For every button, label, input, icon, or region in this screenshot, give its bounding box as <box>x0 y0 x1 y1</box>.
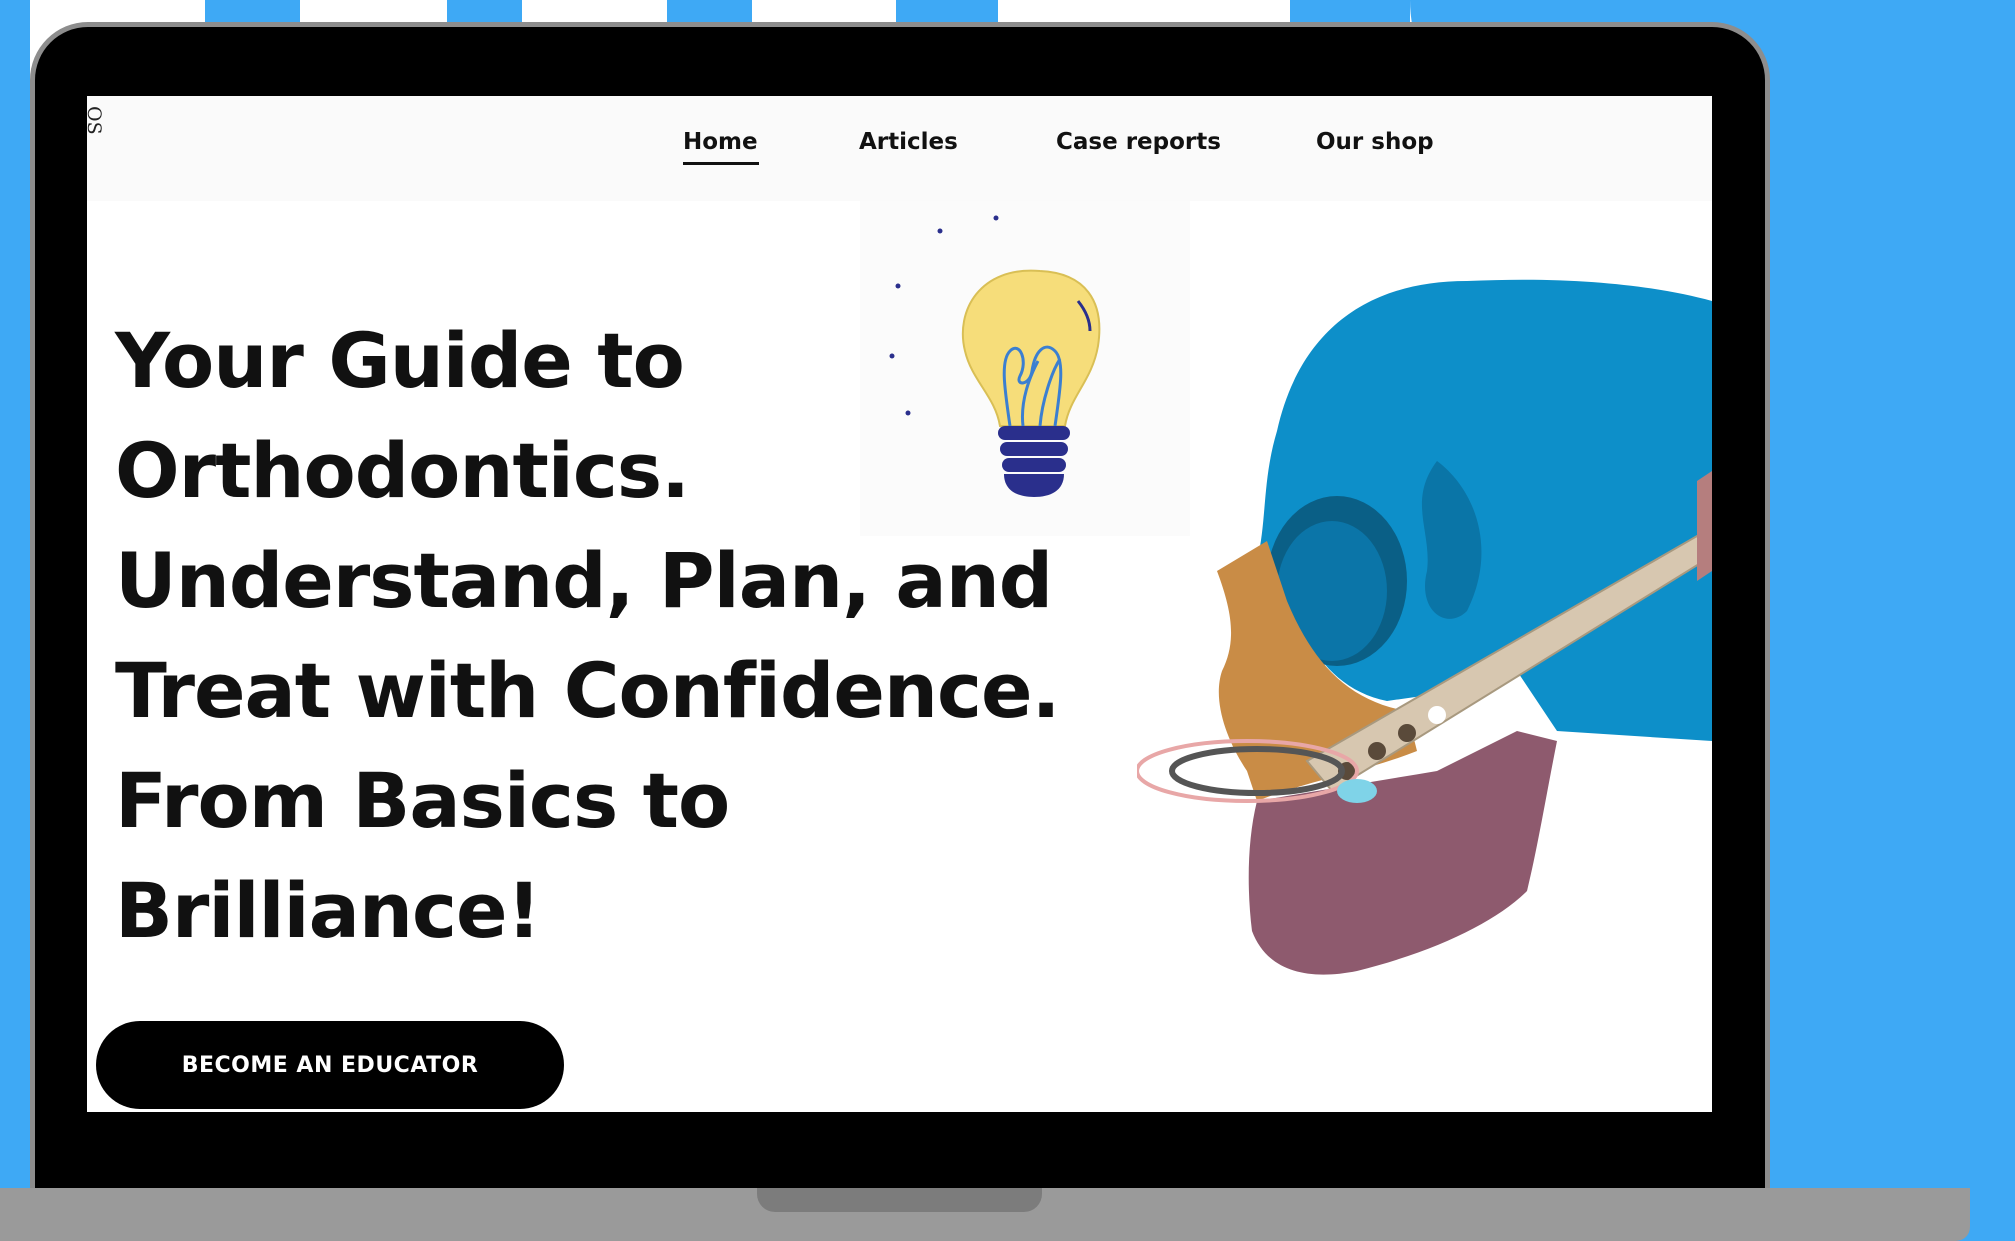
website-screen: OS Home Articles Case reports Our shop Y… <box>87 96 1712 1112</box>
background-blue-tab-4 <box>896 0 998 22</box>
background-blue-tab-3 <box>667 0 752 22</box>
logo-text: OS <box>87 106 105 135</box>
background-blue-tab-1 <box>205 0 300 22</box>
laptop-notch <box>757 1188 1042 1212</box>
nav-articles[interactable]: Articles <box>859 129 958 155</box>
become-educator-button[interactable]: BECOME AN EDUCATOR <box>96 1021 564 1109</box>
hero-title-line: Treat with Confidence. <box>115 646 1060 735</box>
nav-home[interactable]: Home <box>683 129 758 155</box>
background-blue-right <box>1770 0 2015 1241</box>
background-blue-tab-5 <box>1290 0 1410 22</box>
background-blue-tab-2 <box>447 0 522 22</box>
navbar: OS Home Articles Case reports Our shop <box>87 96 1712 201</box>
hero-title-line: Brilliance! <box>115 866 541 955</box>
skull-illustration <box>1135 271 1712 1071</box>
hero-title-line: Understand, Plan, and <box>115 536 1053 625</box>
nav-our-shop[interactable]: Our shop <box>1316 129 1434 155</box>
hero-title-line: From Basics to <box>115 756 730 845</box>
nav-active-underline <box>683 162 759 165</box>
nav-case-reports[interactable]: Case reports <box>1056 129 1221 155</box>
site-logo[interactable]: OS <box>87 106 109 178</box>
background-blue-left <box>0 0 30 1241</box>
